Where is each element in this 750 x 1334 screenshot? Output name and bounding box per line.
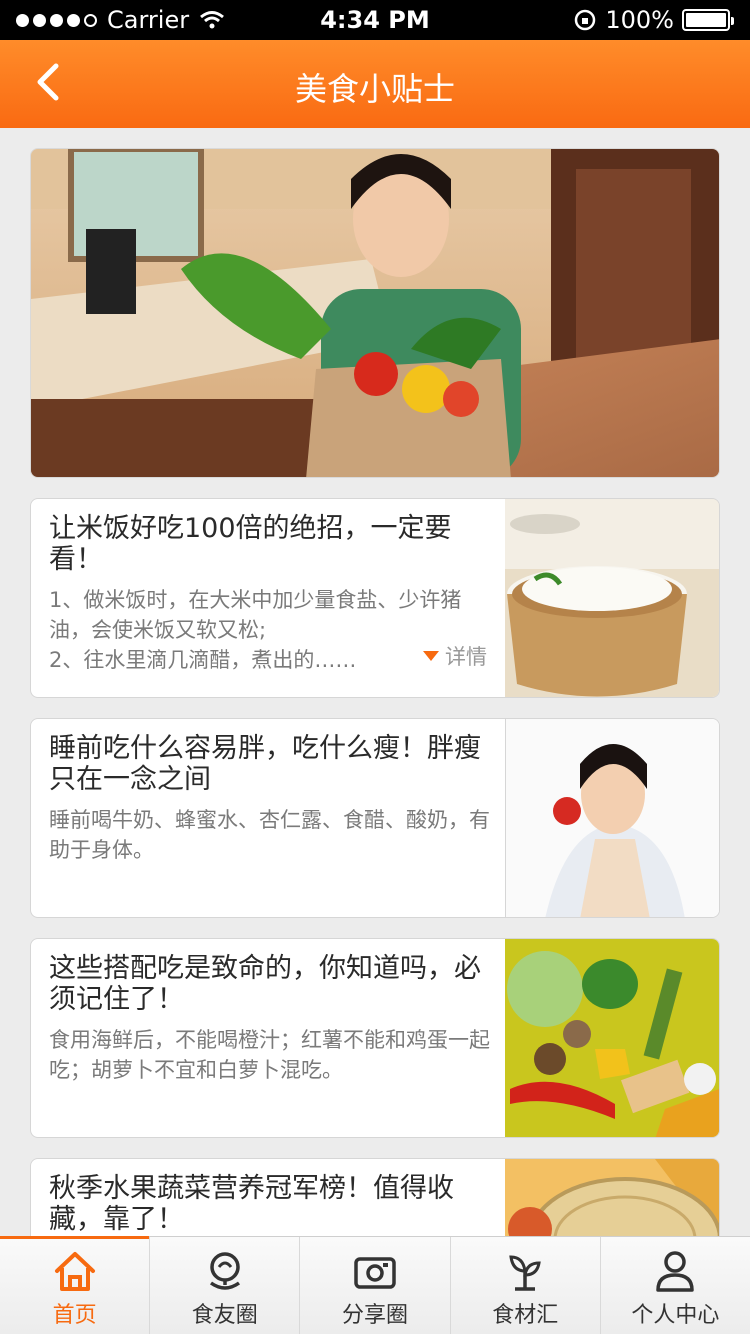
woman-apple-image	[505, 719, 719, 917]
banner-image[interactable]	[30, 148, 720, 478]
navigation-bar: 美食小贴士	[0, 40, 750, 128]
article-description: 食用海鲜后，不能喝橙汁；红薯不能和鸡蛋一起吃；胡萝卜不宜和白萝卜混吃。	[49, 1028, 490, 1082]
tab-label: 分享圈	[342, 1303, 409, 1328]
article-card[interactable]: 让米饭好吃100倍的绝招，一定要看！ 1、做米饭时，在大米中加少量食盐、少许猪油…	[30, 498, 720, 698]
article-card[interactable]: 这些搭配吃是致命的，你知道吗，必须记住了！ 食用海鲜后，不能喝橙汁；红薯不能和鸡…	[30, 938, 720, 1138]
article-title: 睡前吃什么容易胖，吃什么瘦！胖瘦只在一念之间	[49, 733, 481, 795]
tab-ingredients[interactable]: 食材汇	[449, 1237, 600, 1334]
camera-icon	[354, 1257, 396, 1289]
details-label: 详情	[445, 645, 487, 669]
tab-label: 食材汇	[492, 1303, 559, 1328]
article-text: 秋季水果蔬菜营养冠军榜！值得收藏，靠了！	[49, 1173, 501, 1235]
battery-percent: 100%	[605, 6, 674, 34]
sprout-icon	[509, 1255, 541, 1291]
caret-down-icon	[423, 651, 439, 661]
tab-share-circle[interactable]: 分享圈	[299, 1237, 449, 1334]
tab-bar: 首页 食友圈 分享圈 食材汇 个人中心	[0, 1236, 750, 1334]
battery-icon	[682, 9, 734, 31]
article-title: 这些搭配吃是致命的，你知道吗，必须记住了！	[49, 953, 481, 1015]
tab-label: 食友圈	[191, 1303, 258, 1328]
vegetables-image	[505, 939, 719, 1137]
rice-bowl-image	[505, 499, 719, 697]
status-right: 100%	[573, 6, 734, 34]
article-card[interactable]: 睡前吃什么容易胖，吃什么瘦！胖瘦只在一念之间 睡前喝牛奶、蜂蜜水、杏仁露、食醋、…	[30, 718, 720, 918]
article-description: 睡前喝牛奶、蜂蜜水、杏仁露、食醋、酸奶，有助于身体。	[49, 808, 490, 862]
page-title: 美食小贴士	[294, 70, 455, 108]
rotation-lock-icon	[575, 9, 596, 31]
article-text: 睡前吃什么容易胖，吃什么瘦！胖瘦只在一念之间 睡前喝牛奶、蜂蜜水、杏仁露、食醋、…	[49, 733, 501, 865]
user-icon	[656, 1251, 695, 1292]
status-bar: Carrier 4:34 PM 100%	[0, 0, 750, 40]
chat-circle-icon	[209, 1252, 240, 1290]
tab-label: 个人中心	[631, 1303, 720, 1328]
article-title: 秋季水果蔬菜营养冠军榜！值得收藏，靠了！	[49, 1173, 454, 1235]
article-title: 让米饭好吃100倍的绝招，一定要看！	[49, 513, 452, 575]
home-icon	[54, 1252, 95, 1291]
article-text: 这些搭配吃是致命的，你知道吗，必须记住了！ 食用海鲜后，不能喝橙汁；红薯不能和鸡…	[49, 953, 501, 1085]
tab-friends-circle[interactable]: 食友圈	[149, 1237, 299, 1334]
tab-home[interactable]: 首页	[0, 1236, 150, 1334]
details-link[interactable]: 详情	[423, 641, 487, 671]
tab-label: 首页	[52, 1303, 97, 1328]
tab-profile[interactable]: 个人中心	[599, 1237, 750, 1334]
